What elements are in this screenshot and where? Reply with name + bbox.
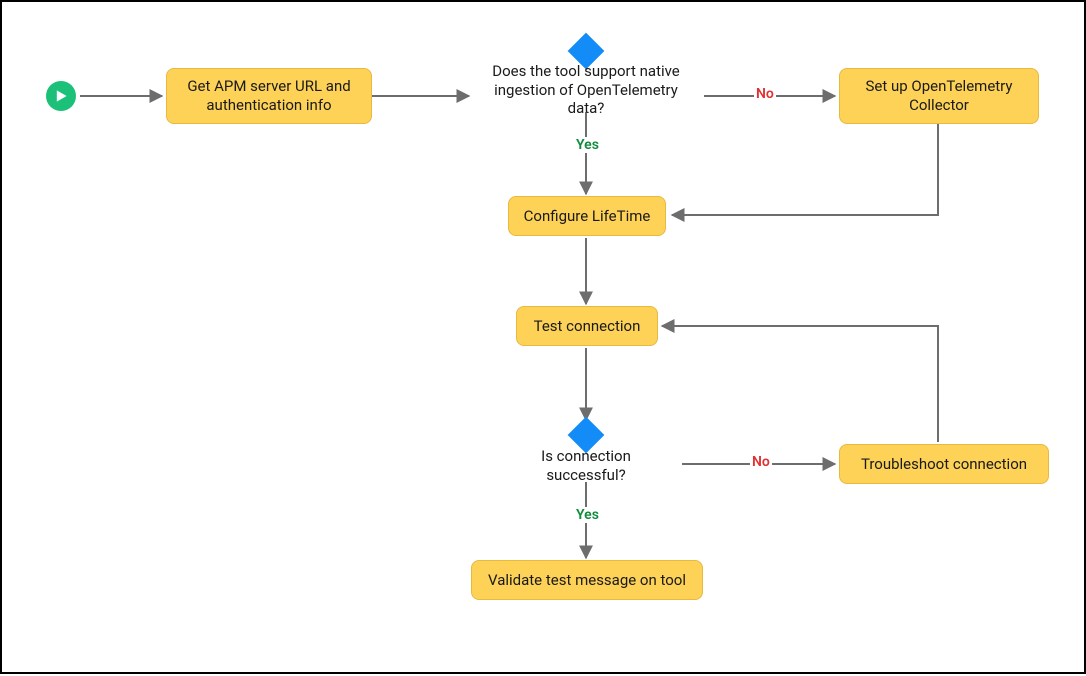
flowchart-canvas: Get APM server URL and authentication in…	[0, 0, 1086, 674]
play-icon	[54, 89, 68, 103]
start-node	[46, 81, 76, 111]
process-set-up-collector: Set up OpenTelemetry Collector	[839, 68, 1039, 124]
process-validate: Validate test message on tool	[471, 560, 703, 600]
edge-label-no: No	[754, 86, 776, 102]
process-label: Set up OpenTelemetry Collector	[854, 77, 1024, 115]
decision-label: Does the tool support native ingestion o…	[486, 62, 686, 118]
decision-label: Is connection successful?	[500, 447, 672, 485]
edge-label-no: No	[750, 454, 772, 470]
edge-label-yes: Yes	[574, 137, 601, 153]
process-label: Troubleshoot connection	[861, 455, 1027, 474]
process-label: Configure LifeTime	[524, 207, 651, 226]
decision-success: Is connection successful?	[486, 452, 686, 480]
edge-label-yes: Yes	[574, 507, 601, 523]
process-label: Validate test message on tool	[488, 571, 686, 590]
process-troubleshoot: Troubleshoot connection	[839, 444, 1049, 484]
process-label: Test connection	[534, 317, 641, 336]
process-label: Get APM server URL and authentication in…	[181, 77, 357, 115]
process-test-connection: Test connection	[516, 306, 658, 346]
decision-native: Does the tool support native ingestion o…	[472, 68, 700, 112]
process-get-apm: Get APM server URL and authentication in…	[166, 68, 372, 124]
process-configure-lifetime: Configure LifeTime	[508, 196, 666, 236]
